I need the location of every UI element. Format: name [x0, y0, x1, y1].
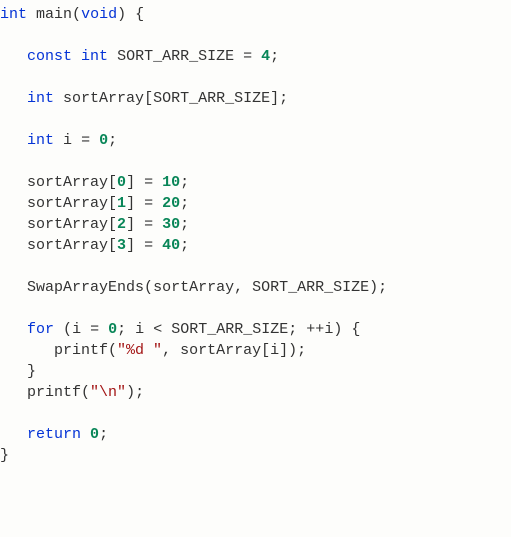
number-literal: 4: [261, 48, 270, 65]
code-line: printf("\n");: [0, 384, 144, 401]
number-literal: 0: [99, 132, 108, 149]
keyword-const: const: [27, 48, 72, 65]
number-literal: 0: [90, 426, 99, 443]
keyword-int: int: [81, 48, 108, 65]
keyword-int: int: [0, 6, 27, 23]
fn-main: main: [36, 6, 72, 23]
number-literal: 0: [108, 321, 117, 338]
keyword-int: int: [27, 132, 54, 149]
number-literal: 40: [162, 237, 180, 254]
keyword-int: int: [27, 90, 54, 107]
fn-call: printf: [27, 384, 81, 401]
code-line: int sortArray[SORT_ARR_SIZE];: [0, 90, 288, 107]
code-line: }: [0, 447, 9, 464]
identifier: sortArray: [63, 90, 144, 107]
code-line: sortArray[0] = 10;: [0, 174, 189, 191]
number-literal: 0: [117, 174, 126, 191]
identifier: SORT_ARR_SIZE: [252, 279, 369, 296]
code-line: int i = 0;: [0, 132, 117, 149]
identifier: i: [135, 321, 144, 338]
identifier: i: [324, 321, 333, 338]
keyword-for: for: [27, 321, 54, 338]
identifier: sortArray: [27, 195, 108, 212]
number-literal: 2: [117, 216, 126, 233]
string-literal: "\n": [90, 384, 126, 401]
identifier: sortArray: [27, 237, 108, 254]
identifier: sortArray: [27, 216, 108, 233]
code-line: SwapArrayEnds(sortArray, SORT_ARR_SIZE);: [0, 279, 387, 296]
code-line: for (i = 0; i < SORT_ARR_SIZE; ++i) {: [0, 321, 360, 338]
code-line: sortArray[1] = 20;: [0, 195, 189, 212]
number-literal: 3: [117, 237, 126, 254]
code-line: sortArray[2] = 30;: [0, 216, 189, 233]
fn-call: printf: [54, 342, 108, 359]
keyword-void: void: [81, 6, 117, 23]
number-literal: 1: [117, 195, 126, 212]
fn-call: SwapArrayEnds: [27, 279, 144, 296]
identifier: SORT_ARR_SIZE: [117, 48, 234, 65]
identifier: SORT_ARR_SIZE: [153, 90, 270, 107]
number-literal: 30: [162, 216, 180, 233]
identifier: SORT_ARR_SIZE: [171, 321, 288, 338]
code-line: const int SORT_ARR_SIZE = 4;: [0, 48, 279, 65]
number-literal: 10: [162, 174, 180, 191]
identifier: sortArray: [27, 174, 108, 191]
identifier: sortArray: [180, 342, 261, 359]
code-line: int main(void) {: [0, 6, 144, 23]
code-line: return 0;: [0, 426, 108, 443]
string-literal: "%d ": [117, 342, 162, 359]
identifier: i: [72, 321, 81, 338]
identifier: i: [270, 342, 279, 359]
code-block: int main(void) { const int SORT_ARR_SIZE…: [0, 4, 511, 466]
code-line: printf("%d ", sortArray[i]);: [0, 342, 306, 359]
identifier: i: [63, 132, 72, 149]
keyword-return: return: [27, 426, 81, 443]
code-line: }: [0, 363, 36, 380]
number-literal: 20: [162, 195, 180, 212]
identifier: sortArray: [153, 279, 234, 296]
code-line: sortArray[3] = 40;: [0, 237, 189, 254]
